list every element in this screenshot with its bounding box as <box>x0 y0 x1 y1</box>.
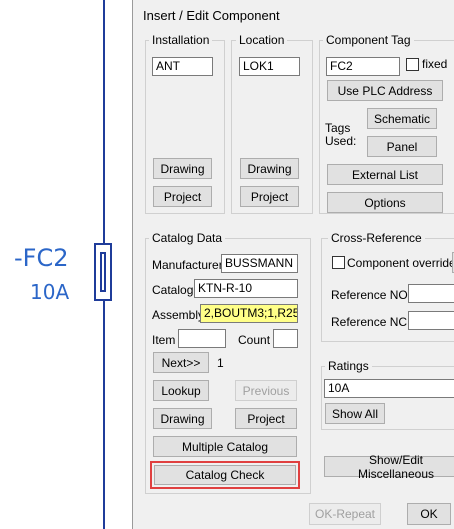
reference-no-field[interactable] <box>408 284 454 303</box>
show-edit-miscellaneous-button[interactable]: Show/Edit Miscellaneous <box>324 453 454 481</box>
tags-used-label-2: Used: <box>325 134 357 148</box>
ratings-field[interactable]: 10A <box>324 379 454 398</box>
catalog-field[interactable]: KTN-R-10 <box>194 279 298 298</box>
component-override-checkbox[interactable] <box>332 256 345 269</box>
component-tag-label: Component Tag <box>323 33 414 47</box>
item-label: Item <box>152 333 176 347</box>
dialog-title: Insert / Edit Component <box>143 8 280 23</box>
installation-project-button[interactable]: Project <box>153 186 212 207</box>
next-button[interactable]: Next>> <box>153 352 209 373</box>
fuse-element <box>100 252 106 292</box>
component-tag-text: -FC2 <box>14 244 69 272</box>
previous-button[interactable]: Previous <box>235 380 297 401</box>
reference-nc-field[interactable] <box>408 311 454 330</box>
location-field[interactable]: LOK1 <box>239 57 300 76</box>
installation-drawing-button[interactable]: Drawing <box>153 158 212 179</box>
item-field[interactable] <box>178 329 226 348</box>
catalog-drawing-button[interactable]: Drawing <box>153 408 212 429</box>
location-drawing-button[interactable]: Drawing <box>240 158 299 179</box>
reference-nc-label: Reference NC <box>331 315 408 329</box>
show-all-button[interactable]: Show All <box>325 403 385 424</box>
component-rating-text: 10A <box>30 280 70 304</box>
count-label: Count <box>238 333 271 347</box>
count-field[interactable] <box>273 329 298 348</box>
use-plc-address-button[interactable]: Use PLC Address <box>327 80 443 101</box>
component-override-label: Component override <box>347 256 454 270</box>
location-label: Location <box>236 33 288 47</box>
manufacturer-field[interactable]: BUSSMANN <box>221 254 298 273</box>
fixed-label: fixed <box>422 57 448 71</box>
tags-used-label-1: Tags <box>325 121 351 135</box>
installation-label: Installation <box>149 33 213 47</box>
multiple-catalog-button[interactable]: Multiple Catalog <box>153 436 297 457</box>
next-value: 1 <box>217 356 224 370</box>
schematic-button[interactable]: Schematic <box>367 108 437 129</box>
component-tag-field[interactable]: FC2 <box>326 57 400 76</box>
ok-repeat-button[interactable]: OK-Repeat <box>309 503 381 525</box>
catalog-check-button[interactable]: Catalog Check <box>154 465 296 485</box>
assembly-label: Assembly <box>152 308 205 322</box>
reference-no-label: Reference NO <box>331 288 408 302</box>
catalog-label: Catalog <box>152 283 194 297</box>
location-project-button[interactable]: Project <box>240 186 299 207</box>
catalog-data-label: Catalog Data <box>149 231 226 245</box>
panel-button[interactable]: Panel <box>367 136 437 157</box>
insert-edit-component-dialog: Insert / Edit Component Installation ANT… <box>132 0 454 529</box>
ratings-label: Ratings <box>325 359 372 373</box>
options-button[interactable]: Options <box>327 192 443 213</box>
catalog-project-button[interactable]: Project <box>235 408 297 429</box>
fixed-checkbox[interactable] <box>406 58 419 71</box>
cross-reference-label: Cross-Reference <box>328 231 425 245</box>
manufacturer-label: Manufacturer <box>152 258 223 272</box>
lookup-button[interactable]: Lookup <box>153 380 209 401</box>
external-list-button[interactable]: External List <box>327 164 443 185</box>
assembly-field[interactable]: 2,BOUTM3;1,R250 <box>200 304 298 323</box>
ok-button[interactable]: OK <box>407 503 451 525</box>
installation-field[interactable]: ANT <box>152 57 213 76</box>
